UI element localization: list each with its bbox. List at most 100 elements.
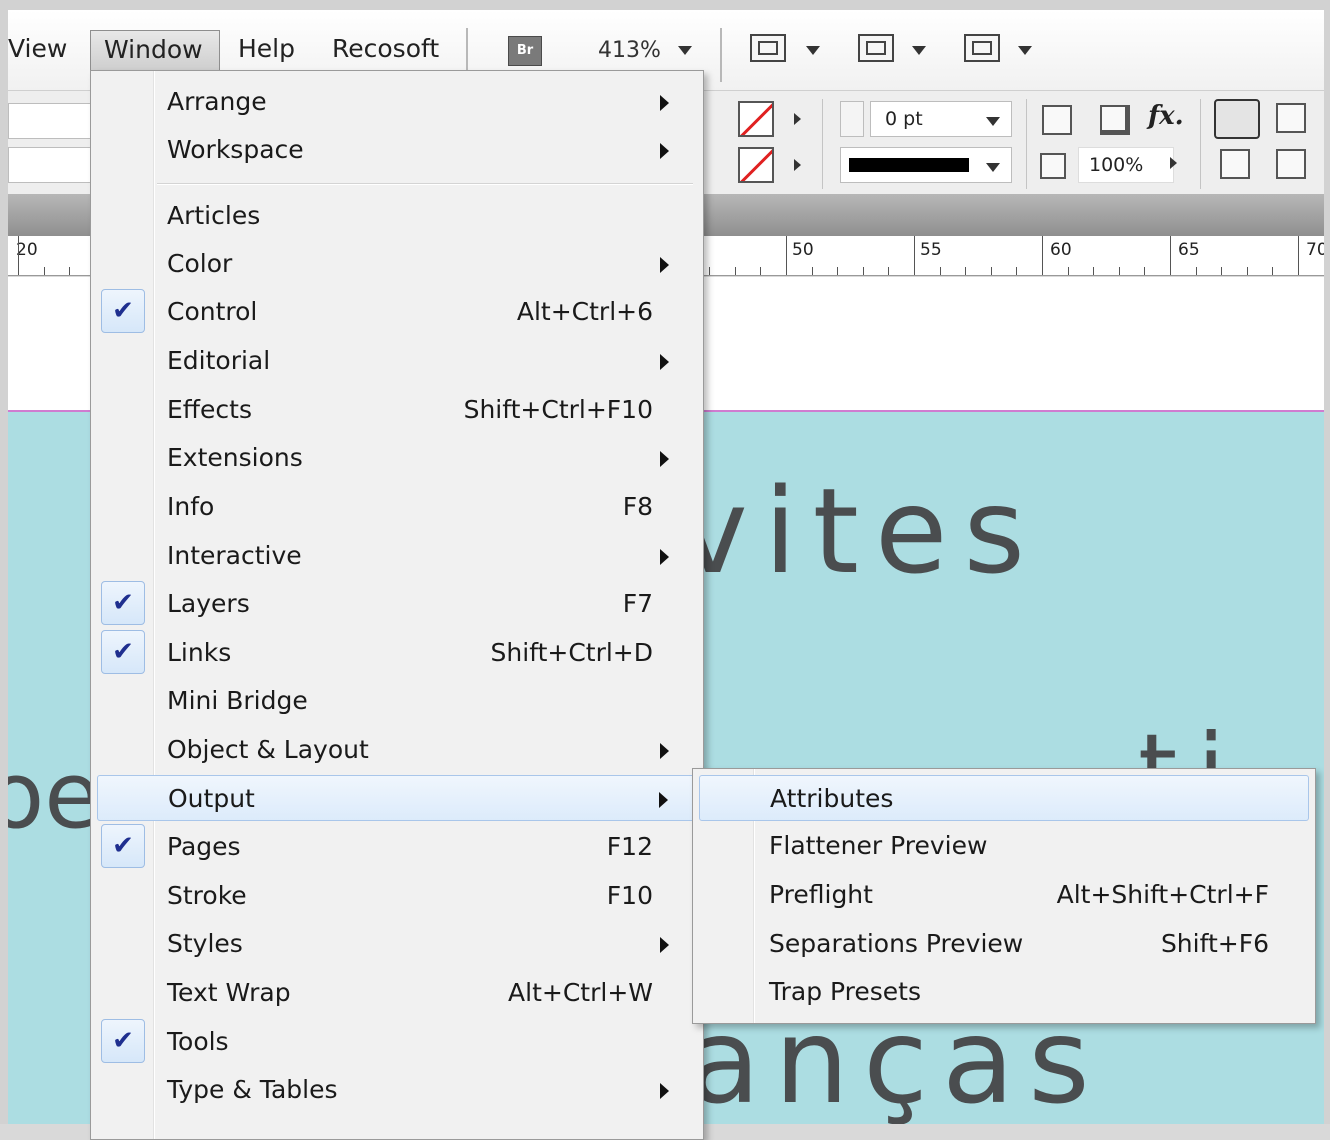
- menu-item-shortcut: Alt+Ctrl+6: [517, 297, 653, 326]
- menu-item-label: Layers: [167, 589, 250, 618]
- menu-item-links[interactable]: ✔LinksShift+Ctrl+D: [97, 630, 695, 676]
- opacity-menu-arrow-icon[interactable]: [1170, 157, 1177, 169]
- stroke-swatch-icon[interactable]: [738, 147, 774, 183]
- menu-item-pages[interactable]: ✔PagesF12: [97, 824, 695, 870]
- effects-fx-icon[interactable]: fx.: [1148, 101, 1184, 131]
- submenu-arrow-icon: [660, 743, 669, 759]
- stroke-type-dropdown-icon[interactable]: [986, 163, 1000, 172]
- menu-item-label: Interactive: [167, 541, 302, 570]
- menu-help[interactable]: Help: [238, 34, 295, 63]
- submenu-arrow-icon: [660, 143, 669, 159]
- menu-item-mini-bridge[interactable]: Mini Bridge: [97, 678, 695, 724]
- text-wrap-object-shape-icon[interactable]: [1220, 149, 1250, 179]
- menu-item-label: Output: [168, 784, 255, 813]
- ruler-tick: [914, 236, 915, 275]
- submenu-arrow-icon: [660, 257, 669, 273]
- fill-swatch-icon[interactable]: [738, 101, 774, 137]
- menu-item-label: Extensions: [167, 443, 303, 472]
- ruler-tick: [1042, 236, 1043, 275]
- y-field[interactable]: [8, 147, 98, 183]
- window-frame-right: [1324, 0, 1330, 1124]
- stroke-type-swatch: [849, 158, 969, 172]
- menu-item-styles[interactable]: Styles: [97, 921, 695, 967]
- submenu-item-label: Preflight: [769, 880, 873, 909]
- ruler-tick: [735, 267, 736, 275]
- screen-mode-icon[interactable]: [858, 34, 894, 62]
- menu-item-shortcut: F7: [623, 589, 653, 618]
- menu-item-editorial[interactable]: Editorial: [97, 338, 695, 384]
- menu-item-label: Workspace: [167, 135, 304, 164]
- menu-item-text-wrap[interactable]: Text WrapAlt+Ctrl+W: [97, 970, 695, 1016]
- ruler-tick: [1247, 267, 1248, 275]
- stroke-menu-arrow-icon[interactable]: [794, 159, 801, 171]
- window-frame-top: [0, 0, 1330, 10]
- drop-shadow-icon[interactable]: [1100, 105, 1130, 135]
- zoom-level[interactable]: 413%: [598, 38, 661, 63]
- ruler-label: 70: [1306, 240, 1324, 260]
- submenu-item-preflight[interactable]: Preflight Alt+Shift+Ctrl+F: [699, 872, 1309, 918]
- menu-item-label: Editorial: [167, 346, 270, 375]
- submenu-arrow-icon: [660, 95, 669, 111]
- page-text-vites[interactable]: vites: [678, 462, 1041, 600]
- menu-item-output[interactable]: Output: [97, 775, 695, 821]
- text-wrap-bounding-box-icon[interactable]: [1276, 103, 1306, 133]
- menu-item-workspace[interactable]: Workspace: [97, 127, 695, 173]
- menu-item-articles[interactable]: Articles: [97, 193, 695, 239]
- menu-item-info[interactable]: InfoF8: [97, 484, 695, 530]
- bridge-button[interactable]: Br: [508, 36, 542, 66]
- menu-item-effects[interactable]: EffectsShift+Ctrl+F10: [97, 387, 695, 433]
- ruler-tick: [965, 267, 966, 275]
- menu-item-label: Styles: [167, 929, 243, 958]
- menu-item-arrange[interactable]: Arrange: [97, 79, 695, 125]
- x-field[interactable]: [8, 103, 98, 139]
- ruler-tick: [1221, 267, 1222, 275]
- opacity-value: 100%: [1089, 154, 1143, 176]
- arrange-documents-icon[interactable]: [964, 34, 1000, 62]
- ruler-label: 50: [792, 240, 814, 260]
- submenu-item-separations-preview[interactable]: Separations PreviewShift+F6: [699, 921, 1309, 967]
- submenu-item-flattener-preview[interactable]: Flattener Preview: [699, 823, 1309, 869]
- arrange-documents-dropdown-icon[interactable]: [1018, 46, 1032, 55]
- menu-item-stroke[interactable]: StrokeF10: [97, 873, 695, 919]
- menu-item-color[interactable]: Color: [97, 241, 695, 287]
- ruler-tick: [863, 267, 864, 275]
- text-wrap-none-icon[interactable]: [1214, 99, 1260, 139]
- menu-item-object-and-layout[interactable]: Object & Layout: [97, 727, 695, 773]
- menu-item-interactive[interactable]: Interactive: [97, 533, 695, 579]
- screen-mode-dropdown-icon[interactable]: [912, 46, 926, 55]
- menu-item-extensions[interactable]: Extensions: [97, 435, 695, 481]
- checkmark-icon: ✔: [101, 824, 145, 868]
- menu-item-tools[interactable]: ✔Tools: [97, 1019, 695, 1065]
- stroke-weight-stepper[interactable]: [840, 101, 864, 137]
- text-wrap-jump-object-icon[interactable]: [1276, 149, 1306, 179]
- submenu-item-attributes[interactable]: Attributes: [699, 775, 1309, 821]
- checkmark-icon: ✔: [101, 1019, 145, 1063]
- menu-item-label: Stroke: [167, 881, 247, 910]
- menu-item-control[interactable]: ✔ControlAlt+Ctrl+6: [97, 289, 695, 335]
- menu-item-label: Pages: [167, 832, 241, 861]
- control-separator: [1200, 99, 1201, 189]
- menu-item-shortcut: Alt+Ctrl+W: [508, 978, 653, 1007]
- submenu-item-shortcut: Alt+Shift+Ctrl+F: [1057, 880, 1269, 909]
- ruler-tick: [1016, 267, 1017, 275]
- menu-view[interactable]: View: [8, 34, 67, 63]
- submenu-item-trap-presets[interactable]: Trap Presets: [699, 969, 1309, 1015]
- corner-options-icon[interactable]: [1042, 105, 1072, 135]
- menu-item-shortcut: F8: [623, 492, 653, 521]
- fill-menu-arrow-icon[interactable]: [794, 113, 801, 125]
- ruler-tick: [1119, 267, 1120, 275]
- menu-item-layers[interactable]: ✔LayersF7: [97, 581, 695, 627]
- menu-recosoft[interactable]: Recosoft: [332, 34, 439, 63]
- menu-item-type-and-tables[interactable]: Type & Tables: [97, 1067, 695, 1113]
- submenu-arrow-icon: [660, 937, 669, 953]
- submenu-arrow-icon: [659, 792, 668, 808]
- page-text-fragment-left[interactable]: oe: [8, 742, 101, 849]
- ruler-tick: [69, 267, 70, 275]
- ruler-tick: [786, 236, 787, 275]
- view-options-dropdown-icon[interactable]: [806, 46, 820, 55]
- menu-item-label: Effects: [167, 395, 252, 424]
- zoom-dropdown-icon[interactable]: [678, 46, 692, 55]
- view-options-icon[interactable]: [750, 34, 786, 62]
- opacity-field[interactable]: 100%: [1078, 147, 1174, 183]
- stroke-weight-dropdown-icon[interactable]: [986, 117, 1000, 126]
